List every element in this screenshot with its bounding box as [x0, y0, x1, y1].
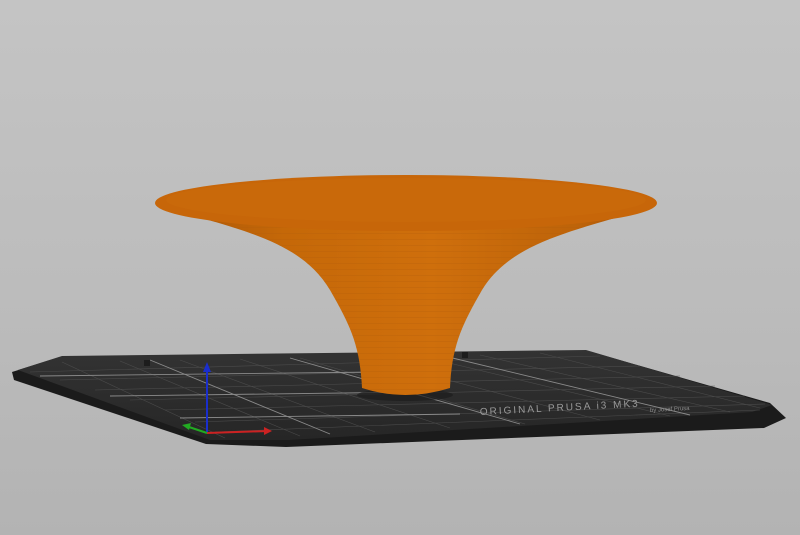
model-top-highlight — [166, 178, 646, 222]
scene-canvas[interactable]: ORIGINAL PRUSA i3 MK3 by Josef Prusa — [0, 0, 800, 535]
bed-clip-left — [144, 360, 150, 366]
3d-viewport[interactable]: ORIGINAL PRUSA i3 MK3 by Josef Prusa — [0, 0, 800, 535]
bed-clip-right — [462, 352, 468, 358]
